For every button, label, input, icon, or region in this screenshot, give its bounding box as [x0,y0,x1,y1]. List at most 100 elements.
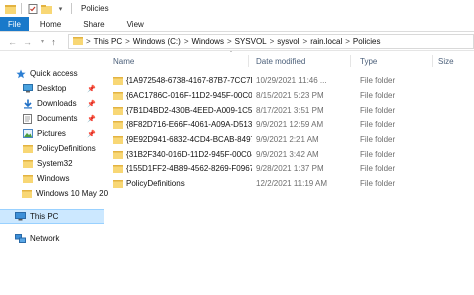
pin-icon[interactable]: 📌 [87,115,96,123]
up-arrow-icon[interactable]: ↑ [47,35,60,48]
file-name: {7B1D4BD2-430B-4EED-A009-1C5142EBB... [126,106,252,115]
pin-icon[interactable]: 📌 [87,130,96,138]
breadcrumb-sysvol-upper[interactable]: SYSVOL [235,37,267,46]
folder-icon [22,144,33,154]
new-folder-icon[interactable] [41,3,52,14]
sidebar-item-label: Windows 10 May 20 [36,189,109,198]
breadcrumb-rain-local[interactable]: rain.local [310,37,342,46]
navigation-bar: ← → ▾ ↑ > This PC > Windows (C:) > Windo… [0,32,474,51]
explorer-app-icon[interactable] [5,3,16,14]
sidebar-item-windows[interactable]: Windows [0,171,104,186]
file-type: File folder [360,135,396,144]
file-row[interactable]: {7B1D4BD2-430B-4EED-A009-1C5142EBB... 8/… [113,104,474,118]
sidebar-item-pictures[interactable]: Pictures 📌 [0,126,104,141]
breadcrumb-policies[interactable]: Policies [353,37,381,46]
pin-icon[interactable]: 📌 [87,85,96,93]
file-type: File folder [360,120,396,129]
computer-icon [15,212,26,222]
sidebar-item-label: PolicyDefinitions [37,144,96,153]
breadcrumb-separator[interactable]: > [303,37,308,46]
folder-icon [113,77,123,85]
tab-share[interactable]: Share [72,17,115,31]
breadcrumb-separator[interactable]: > [86,37,91,46]
file-date-modified: 12/2/2021 11:19 AM [256,179,328,188]
customize-toolbar-icon[interactable]: ▾ [55,3,66,14]
properties-icon[interactable] [27,3,38,14]
file-date-modified: 10/29/2021 11:46 ... [256,76,327,85]
column-divider[interactable] [248,55,249,67]
file-row[interactable]: {1A972548-6738-4167-87B7-7CC7DCF5EE... 1… [113,74,474,88]
file-name: {1A972548-6738-4167-87B7-7CC7DCF5EE... [126,76,252,85]
file-row[interactable]: {31B2F340-016D-11D2-945F-00C04FB984... 9… [113,148,474,162]
file-name: {9E92D941-6832-4CD4-BCAB-8497321F5F... [126,135,252,144]
window-title: Policies [81,4,109,13]
file-type: File folder [360,106,396,115]
column-header-type[interactable]: Type [360,55,377,67]
file-date-modified: 9/9/2021 3:42 AM [256,150,319,159]
file-type: File folder [360,76,396,85]
file-date-modified: 9/9/2021 2:21 AM [256,135,319,144]
sidebar-item-downloads[interactable]: Downloads 📌 [0,96,104,111]
folder-icon [113,180,123,188]
file-row[interactable]: {6AC1786C-016F-11D2-945F-00C04FB984... 8… [113,89,474,103]
forward-arrow-icon[interactable]: → [21,35,34,48]
sidebar-item-windows-10-may-20[interactable]: Windows 10 May 20 [0,186,108,201]
back-arrow-icon[interactable]: ← [6,35,19,48]
sidebar-item-label: Network [30,234,60,243]
file-row[interactable]: {8F82D716-E66F-4061-A09A-D5139E7F1... 9/… [113,118,474,132]
breadcrumb-separator[interactable]: > [270,37,275,46]
star-icon [15,69,26,79]
folder-icon [22,159,33,169]
sidebar-item-quick-access[interactable]: Quick access [0,66,104,81]
file-type: File folder [360,150,396,159]
column-divider[interactable] [350,55,351,67]
file-type: File folder [360,179,396,188]
file-list-pane: ˆ Name Date modified Type Size {1A972548… [104,52,474,295]
breadcrumb-separator[interactable]: > [184,37,189,46]
quick-access-toolbar: ▾ Policies [0,0,109,17]
toolbar-separator [21,3,22,14]
file-name: {31B2F340-016D-11D2-945F-00C04FB984... [126,150,252,159]
tab-view[interactable]: View [116,17,155,31]
breadcrumb-separator[interactable]: > [227,37,232,46]
sidebar-item-network[interactable]: Network [0,231,104,246]
sidebar-item-label: Documents [37,114,78,123]
breadcrumb-this-pc[interactable]: This PC [94,37,122,46]
column-header-date-modified[interactable]: Date modified [256,55,305,67]
ribbon-tabs: File Home Share View [0,17,474,32]
file-name: {155D1FF2-4B89-4562-8269-F0967EA23373} [126,164,252,173]
file-date-modified: 8/17/2021 3:51 PM [256,106,324,115]
tab-home[interactable]: Home [29,17,72,31]
breadcrumb-windows[interactable]: Windows [191,37,223,46]
breadcrumb-sysvol[interactable]: sysvol [277,37,299,46]
column-header-name[interactable]: Name [113,55,134,67]
column-header-size[interactable]: Size [438,55,454,67]
folder-icon [113,107,123,115]
sidebar-item-policydefinitions[interactable]: PolicyDefinitions [0,141,104,156]
folder-icon [73,36,83,47]
navigation-pane: Quick access Desktop 📌 Downloads 📌 Docum… [0,52,108,295]
sidebar-item-desktop[interactable]: Desktop 📌 [0,81,104,96]
sidebar-item-label: Quick access [30,69,78,78]
breadcrumb-separator[interactable]: > [125,37,130,46]
file-date-modified: 8/15/2021 5:23 PM [256,91,324,100]
tab-file[interactable]: File [0,17,29,31]
column-divider[interactable] [432,55,433,67]
sidebar-item-this-pc[interactable]: This PC [0,209,104,224]
folder-icon [22,174,33,184]
file-type: File folder [360,164,396,173]
sidebar-item-label: System32 [37,159,73,168]
file-row[interactable]: {9E92D941-6832-4CD4-BCAB-8497321F5F... 9… [113,133,474,147]
breadcrumb-separator[interactable]: > [345,37,350,46]
file-row[interactable]: PolicyDefinitions 12/2/2021 11:19 AM Fil… [113,177,474,191]
pictures-icon [22,129,33,139]
sidebar-item-label: This PC [30,212,59,221]
file-row[interactable]: {155D1FF2-4B89-4562-8269-F0967EA23373} 9… [113,162,474,176]
sidebar-item-label: Windows [37,174,70,183]
address-bar[interactable]: > This PC > Windows (C:) > Windows > SYS… [68,34,474,49]
sidebar-item-system32[interactable]: System32 [0,156,104,171]
breadcrumb-windows-c[interactable]: Windows (C:) [133,37,181,46]
sidebar-item-label: Pictures [37,129,66,138]
pin-icon[interactable]: 📌 [87,100,96,108]
sidebar-item-documents[interactable]: Documents 📌 [0,111,104,126]
